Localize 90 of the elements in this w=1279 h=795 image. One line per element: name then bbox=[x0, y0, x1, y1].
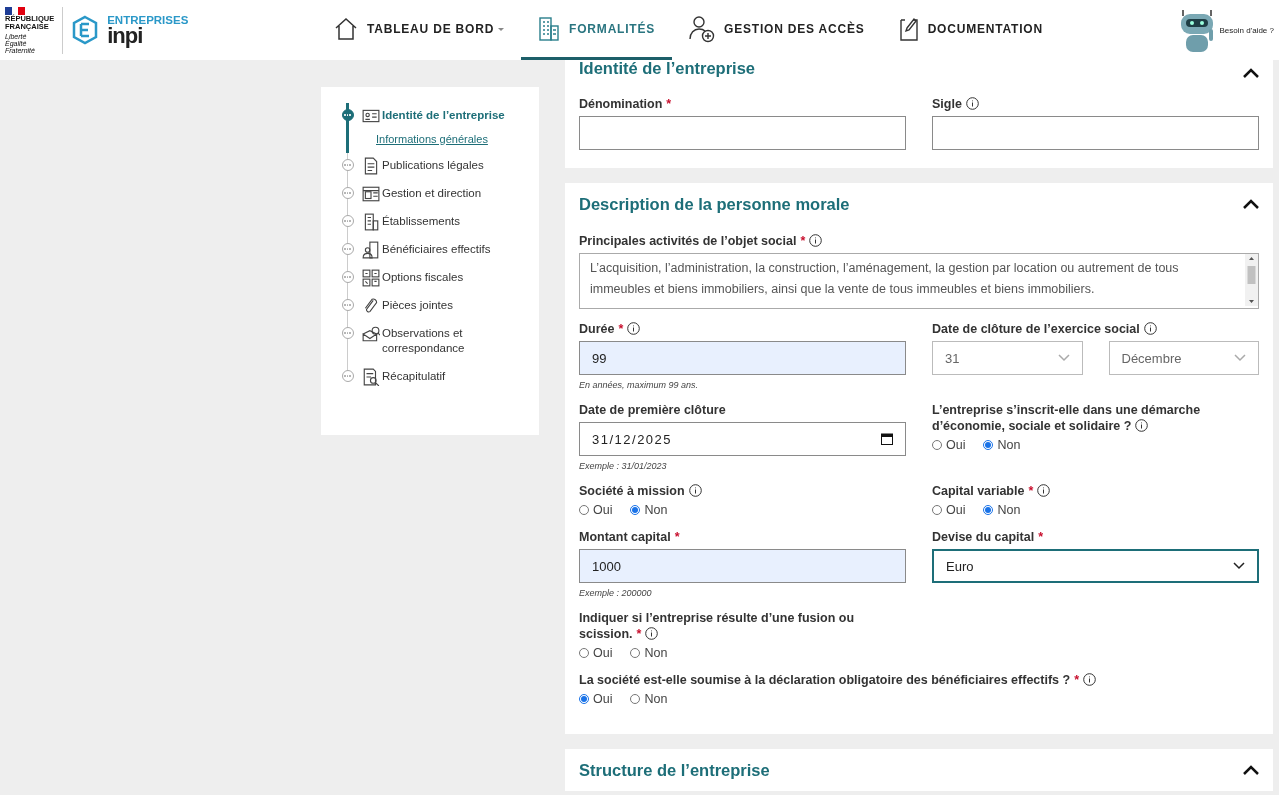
select-field[interactable]: Euro bbox=[932, 549, 1259, 583]
field-label: Sigle bbox=[932, 97, 962, 111]
hexagon-logo-icon bbox=[71, 15, 100, 45]
radio-label: Non bbox=[644, 692, 668, 706]
step-label[interactable]: Identité de l’entreprise bbox=[382, 103, 529, 131]
nav-label: DOCUMENTATION bbox=[927, 21, 1043, 36]
step-label[interactable]: Bénéficiaires effectifs bbox=[382, 237, 529, 265]
step-icon bbox=[362, 297, 380, 315]
radio-button[interactable] bbox=[579, 694, 589, 704]
step-label[interactable]: Options fiscales bbox=[382, 265, 529, 293]
radio-option[interactable]: Non bbox=[983, 503, 1021, 517]
radio-label: Non bbox=[997, 503, 1021, 517]
field-label: Durée * bbox=[579, 322, 624, 336]
step-icon bbox=[362, 157, 380, 175]
text-field[interactable]: 99 bbox=[579, 341, 906, 375]
step-icon bbox=[362, 213, 380, 231]
chevron-up-icon[interactable] bbox=[1243, 765, 1259, 775]
radio-option[interactable]: Non bbox=[630, 646, 668, 660]
step-label[interactable]: Observations et correspondance bbox=[382, 321, 529, 364]
user-add-icon bbox=[689, 14, 716, 43]
field-hint: En années, maximum 99 ans. bbox=[579, 380, 700, 390]
step-icon bbox=[362, 368, 380, 386]
field-label: Date de clôture de l’exercice social bbox=[932, 322, 1140, 336]
field-label: L’entreprise s’inscrit-elle dans une démarche d’économie, sociale et solidaire ? bbox=[932, 403, 1201, 433]
substep-link[interactable]: Informations générales bbox=[376, 131, 529, 153]
radio-option[interactable]: Oui bbox=[932, 503, 966, 517]
nav-label: GESTION DES ACCÈS bbox=[724, 21, 865, 36]
field-label: Capital variable * bbox=[932, 484, 1034, 498]
radio-option[interactable]: Non bbox=[630, 503, 668, 517]
radio-option[interactable]: Non bbox=[983, 438, 1021, 452]
step-label[interactable]: Gestion et direction bbox=[382, 181, 529, 209]
step-icon bbox=[362, 185, 380, 203]
text-field[interactable] bbox=[932, 116, 1259, 150]
field-hint: Exemple : 200000 bbox=[579, 588, 653, 598]
section-title: Identité de l’entreprise bbox=[579, 59, 756, 78]
field-label: Dénomination * bbox=[579, 97, 672, 111]
select-field[interactable]: 31 bbox=[932, 341, 1083, 375]
field-label: Montant capital * bbox=[579, 530, 680, 544]
chevron-up-icon[interactable] bbox=[1243, 68, 1259, 78]
radio-option[interactable]: Non bbox=[630, 692, 668, 706]
field-label: Devise du capital * bbox=[932, 530, 1043, 544]
radio-option[interactable]: Oui bbox=[579, 692, 613, 706]
field-label: Indiquer si l’entreprise résulte d’une fusion ou scission. * bbox=[579, 611, 855, 641]
chevron-down-icon bbox=[1234, 354, 1246, 362]
step-icon bbox=[362, 107, 380, 125]
help-button[interactable]: Besoin d'aide ? bbox=[1177, 0, 1279, 60]
radio-label: Non bbox=[644, 646, 668, 660]
nav-tab[interactable]: GESTION DES ACCÈS bbox=[672, 0, 882, 60]
step-icon bbox=[362, 241, 380, 259]
nav-tab[interactable]: TABLEAU DE BORD bbox=[317, 0, 522, 60]
calendar-icon bbox=[881, 433, 893, 445]
radio-option[interactable]: Oui bbox=[579, 503, 613, 517]
radio-label: Non bbox=[997, 438, 1021, 452]
product-label: ENTREPRISES bbox=[107, 15, 189, 27]
chevron-down-icon bbox=[1233, 562, 1245, 570]
radio-label: Non bbox=[644, 503, 668, 517]
date-field[interactable]: 31/12/2025 bbox=[579, 422, 906, 456]
section-title: Structure de l’entreprise bbox=[579, 760, 770, 780]
nav-label: FORMALITÉS bbox=[569, 21, 656, 36]
nav-label: TABLEAU DE BORD bbox=[367, 21, 495, 36]
field-label: La société est-elle soumise à la déclaration obligatoire des bénéficiaires effectifs ? * bbox=[579, 673, 1080, 687]
section-title: Description de la personne morale bbox=[579, 194, 850, 214]
scrollbar[interactable] bbox=[1245, 254, 1258, 306]
text-field[interactable] bbox=[579, 116, 906, 150]
home-icon bbox=[334, 16, 358, 41]
step-label[interactable]: Établissements bbox=[382, 209, 529, 237]
document-icon bbox=[898, 15, 919, 42]
step-label[interactable]: Publications légales bbox=[382, 153, 529, 181]
field-label: Société à mission bbox=[579, 484, 685, 498]
radio-label: Oui bbox=[946, 503, 966, 517]
radio-label: Oui bbox=[946, 438, 966, 452]
radio-option[interactable]: Oui bbox=[579, 646, 613, 660]
building-icon bbox=[538, 15, 561, 42]
step-label[interactable]: Récapitulatif bbox=[382, 364, 529, 392]
radio-label: Oui bbox=[593, 692, 613, 706]
radio-label: Oui bbox=[593, 646, 613, 660]
radio-option[interactable]: Oui bbox=[932, 438, 966, 452]
chevron-up-icon[interactable] bbox=[1243, 199, 1259, 209]
field-label: Principales activités de l’objet social * bbox=[579, 234, 806, 248]
step-icon bbox=[362, 325, 380, 343]
select-field[interactable]: Décembre bbox=[1108, 341, 1259, 375]
field-label: Date de première clôture bbox=[579, 403, 726, 417]
step-icon bbox=[362, 269, 380, 287]
flag-icon bbox=[5, 6, 25, 15]
nav-tab[interactable]: DOCUMENTATION bbox=[881, 0, 1060, 60]
chevron-down-icon bbox=[1057, 354, 1070, 362]
radio-label: Oui bbox=[593, 503, 613, 517]
field-hint: Exemple : 31/01/2023 bbox=[579, 461, 668, 471]
text-field[interactable]: 1000 bbox=[579, 549, 906, 583]
step-label[interactable]: Pièces jointes bbox=[382, 293, 529, 321]
